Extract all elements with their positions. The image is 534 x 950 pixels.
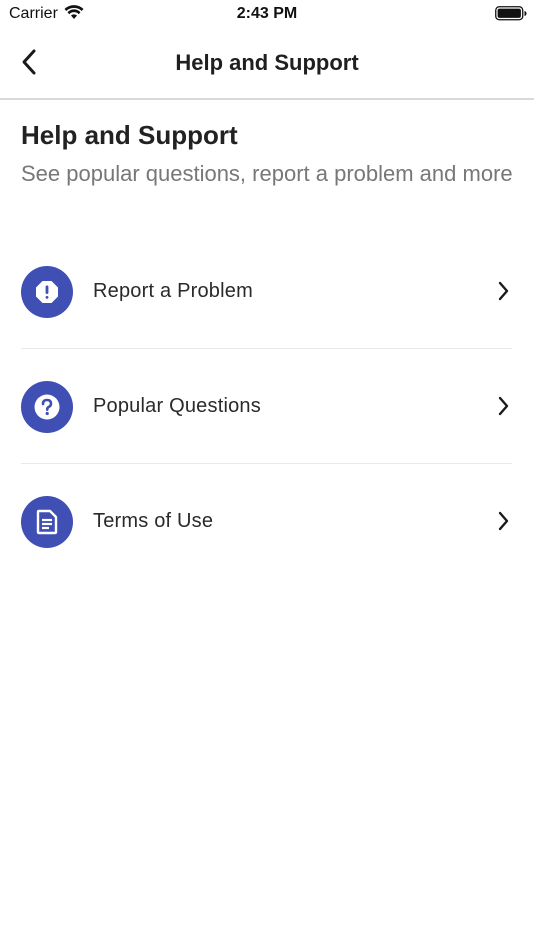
navigation-bar: Help and Support (0, 28, 534, 100)
menu-item-label: Report a Problem (93, 280, 253, 302)
help-circle-icon (21, 381, 73, 433)
clock: 2:43 PM (236, 5, 298, 22)
page-subtitle: See popular questions, report a problem … (21, 161, 513, 186)
support-menu: Report a Problem Popular Questions Terms… (21, 234, 512, 578)
chevron-right-icon (496, 395, 510, 422)
menu-item-label: Popular Questions (93, 395, 261, 417)
menu-item-label: Terms of Use (93, 510, 214, 532)
menu-item-report-problem[interactable]: Report a Problem (21, 234, 512, 349)
chevron-right-icon (496, 510, 510, 537)
page-title: Help and Support (21, 120, 238, 150)
menu-item-terms-of-use[interactable]: Terms of Use (21, 464, 512, 578)
chevron-right-icon (496, 280, 510, 307)
menu-item-popular-questions[interactable]: Popular Questions (21, 349, 512, 464)
battery-icon (495, 6, 527, 26)
status-bar: Carrier 2:43 PM (0, 0, 534, 28)
alert-octagon-icon (21, 266, 73, 318)
nav-title: Help and Support (175, 50, 359, 75)
document-icon (21, 496, 73, 548)
page-header: Help and Support See popular questions, … (21, 118, 513, 187)
